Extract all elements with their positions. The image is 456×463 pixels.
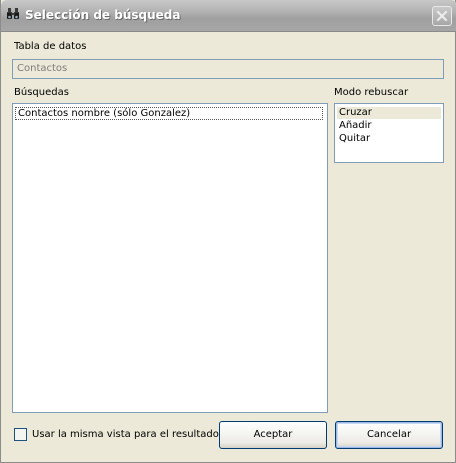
accept-button[interactable]: Aceptar [219,421,327,449]
research-mode-label: Modo rebuscar [334,87,409,98]
research-mode-list[interactable]: Cruzar Añadir Quitar [334,103,444,163]
binoculars-icon [6,7,20,21]
dialog-window: Selección de búsqueda Tabla de datos Con… [0,0,456,463]
title-bar[interactable]: Selección de búsqueda [1,0,456,32]
data-table-label: Tabla de datos [14,41,87,52]
close-icon [436,10,448,22]
window-title: Selección de búsqueda [25,8,181,22]
same-view-checkbox[interactable] [14,428,27,441]
mode-option-quitar[interactable]: Quitar [337,133,441,145]
mode-option-anadir[interactable]: Añadir [337,120,441,132]
close-button[interactable] [432,6,452,26]
searches-list[interactable]: Contactos nombre (sólo Gonzalez) [12,103,328,413]
list-item[interactable]: Contactos nombre (sólo Gonzalez) [15,107,323,120]
data-table-field: Contactos [12,59,444,79]
mode-option-cruzar[interactable]: Cruzar [337,107,441,119]
searches-label: Búsquedas [14,87,69,98]
cancel-button[interactable]: Cancelar [335,421,443,449]
same-view-label[interactable]: Usar la misma vista para el resultado [32,429,219,440]
